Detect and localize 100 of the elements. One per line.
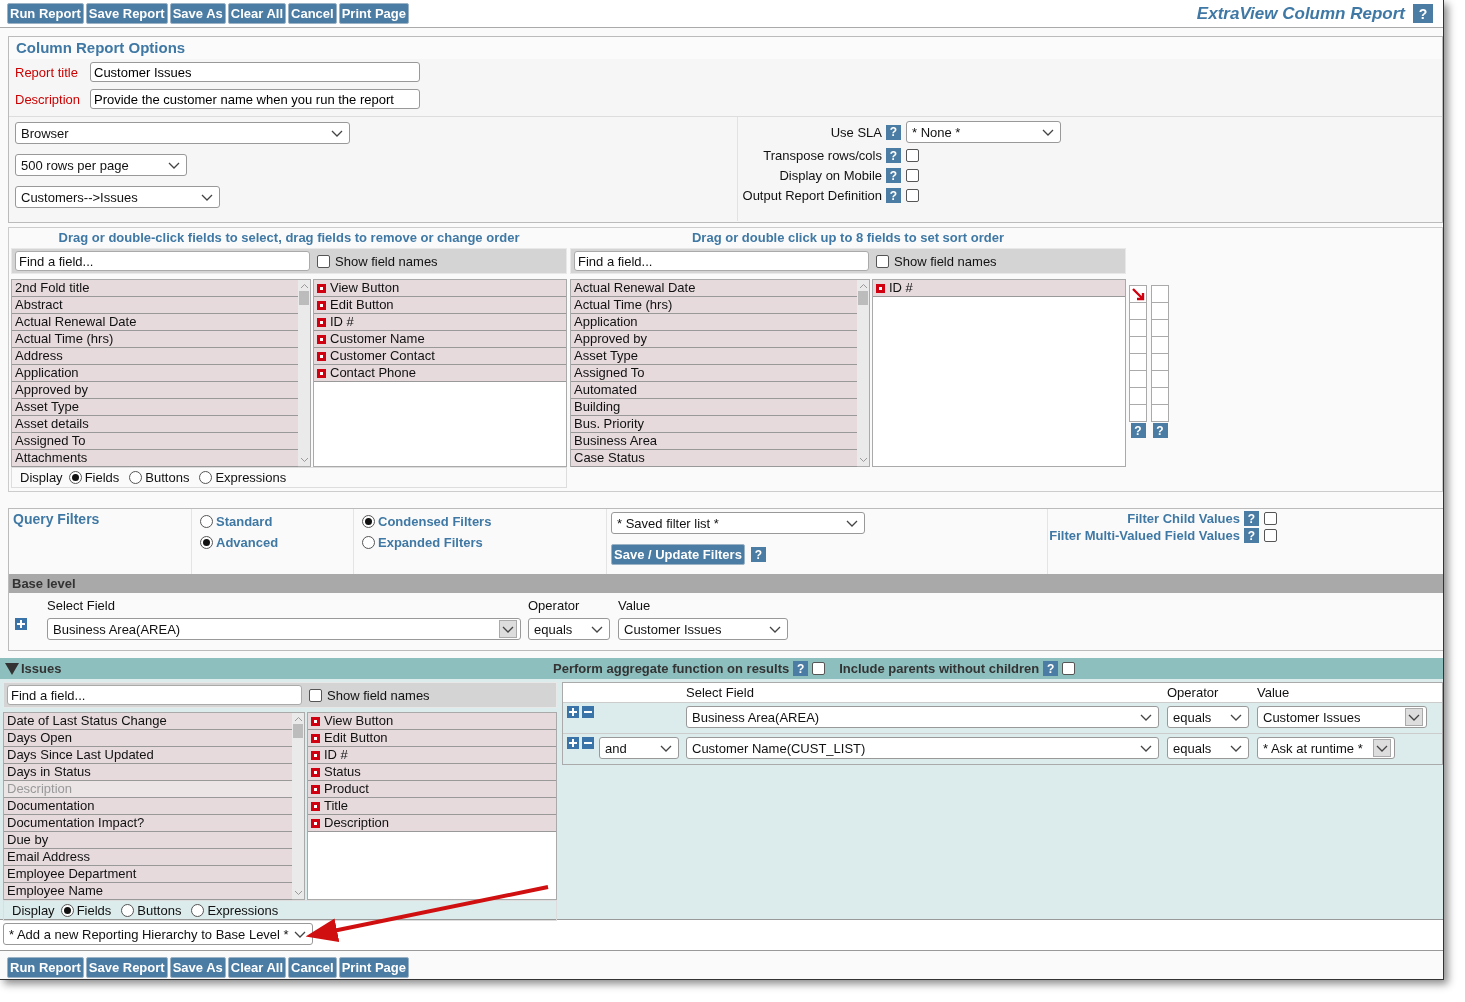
dropdown[interactable]: Business Area(AREA) xyxy=(47,618,521,640)
radio-button[interactable] xyxy=(60,904,74,917)
field-list-item[interactable]: Assigned To xyxy=(12,433,298,450)
help-button[interactable]: ? xyxy=(1413,4,1433,23)
scrollbar[interactable] xyxy=(292,713,304,899)
selected-field-item[interactable]: Edit Button xyxy=(314,297,566,314)
scroll-thumb[interactable] xyxy=(299,291,309,305)
selected-field-item[interactable]: ID # xyxy=(873,280,1125,297)
checkbox[interactable] xyxy=(1264,529,1277,542)
help-button[interactable]: ? xyxy=(886,148,901,163)
radio-button[interactable] xyxy=(200,515,213,528)
help-button[interactable]: ? xyxy=(750,547,766,562)
scroll-up-icon[interactable] xyxy=(858,283,868,289)
help-button[interactable]: ? xyxy=(886,124,901,140)
dropdown[interactable]: * Saved filter list * xyxy=(611,512,865,534)
toolbar-button[interactable]: Clear All xyxy=(227,957,287,978)
field-list-item[interactable]: Assigned To xyxy=(571,365,857,382)
plus-minus-icon[interactable] xyxy=(567,706,594,718)
dropdown[interactable]: Customer Name(CUST_LIST) xyxy=(686,737,1159,759)
radio-button[interactable] xyxy=(68,471,82,484)
dropdown[interactable]: * None * xyxy=(906,121,1061,143)
dropdown[interactable]: Browser xyxy=(15,122,350,144)
help-button[interactable]: ? xyxy=(1043,661,1059,676)
scroll-thumb[interactable] xyxy=(858,291,868,305)
plus-icon[interactable] xyxy=(15,618,27,630)
field-list-item[interactable]: Business Area xyxy=(571,433,857,450)
field-list-item[interactable]: Approved by xyxy=(571,331,857,348)
sort-slot[interactable] xyxy=(1151,320,1169,337)
dropdown[interactable]: Customer Issues xyxy=(618,618,788,640)
text-field[interactable]: Provide the customer name when you run the report xyxy=(90,89,420,109)
help-button[interactable]: ? xyxy=(886,188,901,203)
field-list-item[interactable]: Actual Renewal Date xyxy=(12,314,298,331)
selected-field-item[interactable]: Edit Button xyxy=(308,730,556,747)
dropdown[interactable]: equals xyxy=(528,618,610,640)
field-list-item[interactable]: Attachments xyxy=(12,450,298,467)
selected-field-item[interactable]: ID # xyxy=(314,314,566,331)
field-list-item[interactable]: Actual Renewal Date xyxy=(571,280,857,297)
selected-field-item[interactable]: Customer Contact xyxy=(314,348,566,365)
selected-field-item[interactable]: View Button xyxy=(314,280,566,297)
radio-button[interactable] xyxy=(362,536,375,549)
sort-slot[interactable] xyxy=(1129,371,1147,388)
toolbar-button[interactable]: Print Page xyxy=(338,3,409,24)
field-list-item[interactable]: Employee Department xyxy=(4,866,292,883)
help-button[interactable]: ? xyxy=(1130,423,1146,438)
radio-button[interactable] xyxy=(362,515,375,528)
field-list-item[interactable]: Days Open xyxy=(4,730,292,747)
field-list-item[interactable]: Due by xyxy=(4,832,292,849)
dropdown[interactable]: Business Area(AREA) xyxy=(686,706,1159,728)
field-list-item[interactable]: Documentation Impact? xyxy=(4,815,292,832)
plus-minus-icon[interactable] xyxy=(567,737,594,749)
field-list-item[interactable]: Asset Type xyxy=(12,399,298,416)
scroll-down-icon[interactable] xyxy=(299,457,309,463)
toolbar-button[interactable]: Save Report xyxy=(85,3,168,24)
dropdown[interactable]: and xyxy=(599,737,679,759)
radio-button[interactable] xyxy=(191,904,205,917)
field-list-item[interactable]: Application xyxy=(12,365,298,382)
checkbox[interactable] xyxy=(1264,512,1277,525)
dropdown[interactable]: * Ask at runtime * xyxy=(1257,737,1395,759)
sort-slot[interactable] xyxy=(1151,303,1169,320)
checkbox[interactable] xyxy=(876,254,889,268)
toolbar-button[interactable]: Run Report xyxy=(7,957,84,978)
scrollbar[interactable] xyxy=(857,280,869,466)
field-list-item[interactable]: Email Address xyxy=(4,849,292,866)
selected-field-item[interactable]: Title xyxy=(308,798,556,815)
field-list-item[interactable]: Days in Status xyxy=(4,764,292,781)
dropdown[interactable]: 500 rows per page xyxy=(15,154,187,176)
checkbox[interactable] xyxy=(309,688,322,702)
dropdown[interactable]: Customer Issues xyxy=(1257,706,1427,728)
scroll-up-icon[interactable] xyxy=(293,716,303,722)
checkbox[interactable] xyxy=(317,254,330,268)
sort-slot[interactable] xyxy=(1129,354,1147,371)
toolbar-button[interactable]: Save As xyxy=(169,957,226,978)
radio-button[interactable] xyxy=(129,471,143,484)
field-list-item[interactable]: Days Since Last Updated xyxy=(4,747,292,764)
field-list-item[interactable]: Address xyxy=(12,348,298,365)
search-field[interactable]: Find a field... xyxy=(574,251,869,271)
search-field[interactable]: Find a field... xyxy=(7,685,302,705)
field-list-item[interactable]: Actual Time (hrs) xyxy=(12,331,298,348)
help-button[interactable]: ? xyxy=(886,168,901,183)
save-filters-button[interactable]: Save / Update Filters xyxy=(611,544,745,565)
scroll-down-icon[interactable] xyxy=(858,457,868,463)
field-list-item[interactable]: Asset Type xyxy=(571,348,857,365)
sort-slot[interactable] xyxy=(1151,371,1169,388)
selected-field-item[interactable]: Description xyxy=(308,815,556,832)
dropdown[interactable]: equals xyxy=(1167,706,1249,728)
toolbar-button[interactable]: Save As xyxy=(169,3,226,24)
field-list-item[interactable]: Date of Last Status Change xyxy=(4,713,292,730)
selected-field-item[interactable]: Status xyxy=(308,764,556,781)
field-list-item[interactable]: Bus. Priority xyxy=(571,416,857,433)
sort-slot[interactable] xyxy=(1129,285,1147,303)
selected-field-item[interactable]: ID # xyxy=(308,747,556,764)
sort-slot[interactable] xyxy=(1151,285,1169,303)
sort-slot[interactable] xyxy=(1129,303,1147,320)
field-list-item[interactable]: Case Status xyxy=(571,450,857,467)
checkbox[interactable] xyxy=(906,149,919,162)
dropdown[interactable]: * Add a new Reporting Hierarchy to Base Level * xyxy=(3,923,313,945)
sort-slot[interactable] xyxy=(1151,405,1169,422)
scrollbar[interactable] xyxy=(298,280,310,466)
help-button[interactable]: ? xyxy=(793,661,809,676)
field-list-item[interactable]: Automated xyxy=(571,382,857,399)
